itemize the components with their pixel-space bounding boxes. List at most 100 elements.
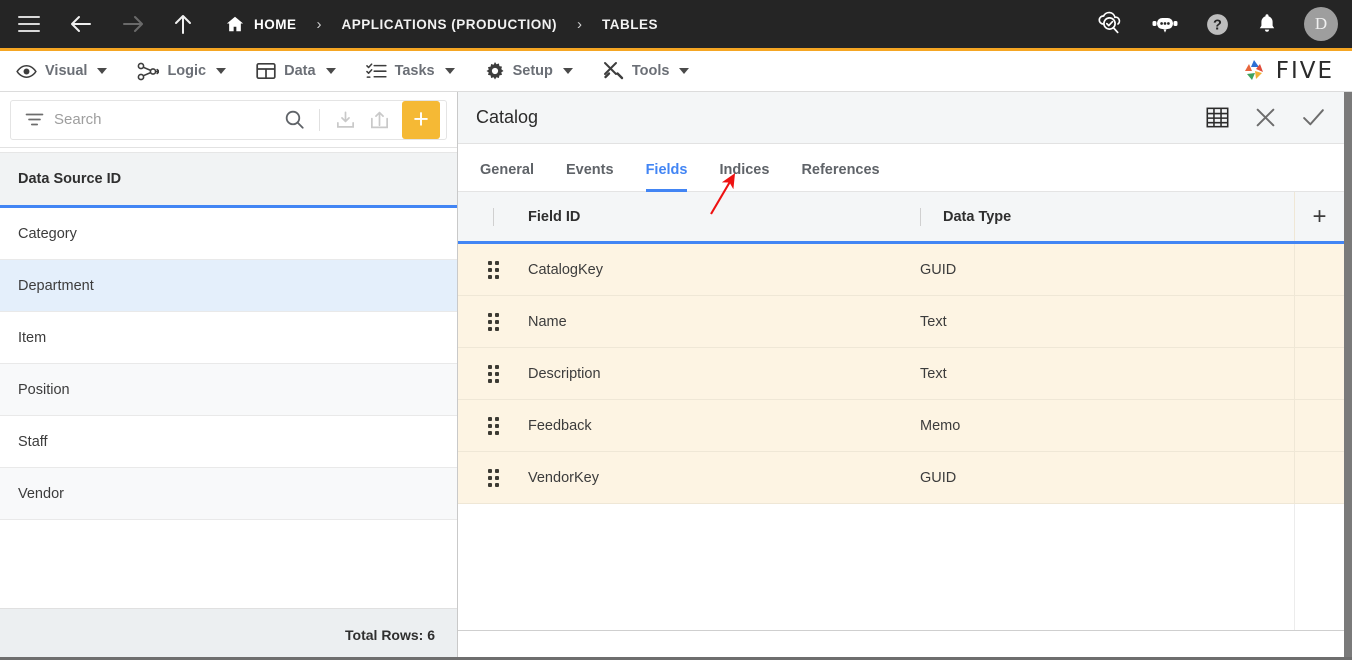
- list-item-category[interactable]: Category: [0, 208, 457, 260]
- tab-indices[interactable]: Indices: [719, 162, 769, 191]
- notifications-bell-icon[interactable]: [1256, 12, 1278, 36]
- cell-field-id[interactable]: Description: [528, 366, 920, 382]
- search-input[interactable]: [54, 111, 277, 128]
- chevron-down-icon: [444, 68, 455, 74]
- cell-data-type[interactable]: GUID: [920, 262, 1294, 278]
- cell-data-type[interactable]: Text: [920, 366, 1294, 382]
- list-item-department[interactable]: Department: [0, 260, 457, 312]
- grid-icon: [256, 62, 276, 80]
- total-rows-label: Total Rows: 6: [345, 626, 435, 643]
- data-source-list-panel: + Data Source ID Category Department Ite…: [0, 92, 458, 660]
- toolbar-divider: [319, 108, 320, 131]
- tab-events[interactable]: Events: [566, 162, 614, 191]
- breadcrumb-item-tables[interactable]: TABLES: [602, 17, 658, 32]
- column-header-data-type[interactable]: Data Type: [920, 192, 1294, 241]
- menu-label-logic: Logic: [167, 63, 207, 79]
- grid-view-icon[interactable]: [1205, 105, 1230, 130]
- cell-field-id[interactable]: VendorKey: [528, 470, 920, 486]
- list-item-item[interactable]: Item: [0, 312, 457, 364]
- vertical-scrollbar[interactable]: [1344, 92, 1352, 660]
- add-field-button[interactable]: +: [1294, 192, 1344, 241]
- application-window: HOME › APPLICATIONS (PRODUCTION) › TABLE…: [0, 0, 1352, 660]
- detail-header-actions: [1205, 105, 1326, 130]
- list-column-header[interactable]: Data Source ID: [0, 152, 457, 208]
- forward-arrow-icon[interactable]: [120, 13, 146, 35]
- chevron-down-icon: [97, 68, 108, 74]
- tab-label: Events: [566, 162, 614, 178]
- list-item-staff[interactable]: Staff: [0, 416, 457, 468]
- drag-handle-icon[interactable]: [458, 312, 528, 331]
- menu-item-logic[interactable]: Logic: [137, 51, 227, 91]
- drag-handle-icon[interactable]: [458, 364, 528, 383]
- import-icon[interactable]: [328, 103, 362, 137]
- breadcrumb-item-applications[interactable]: APPLICATIONS (PRODUCTION): [342, 17, 558, 32]
- cell-data-type[interactable]: Memo: [920, 418, 1294, 434]
- grid-empty-right: [1294, 504, 1344, 630]
- back-arrow-icon[interactable]: [68, 13, 94, 35]
- list-item-label: Item: [18, 329, 47, 346]
- table-row[interactable]: VendorKey GUID: [458, 452, 1344, 504]
- list-column-header-label: Data Source ID: [18, 171, 122, 187]
- drag-handle-icon[interactable]: [458, 416, 528, 435]
- cell-actions[interactable]: [1294, 244, 1344, 295]
- list-item-label: Department: [18, 277, 94, 294]
- cell-field-id[interactable]: Name: [528, 314, 920, 330]
- drag-handle-icon[interactable]: [458, 260, 528, 279]
- menu-item-data[interactable]: Data: [256, 51, 336, 91]
- menu-item-visual[interactable]: Visual: [16, 51, 108, 91]
- chevron-down-icon: [562, 68, 573, 74]
- five-logo: FIVE: [1239, 57, 1334, 85]
- cell-field-id[interactable]: Feedback: [528, 418, 920, 434]
- menu-item-setup[interactable]: Setup: [485, 51, 573, 91]
- chevron-down-icon: [325, 68, 336, 74]
- menu-label-visual: Visual: [45, 63, 88, 79]
- cell-actions[interactable]: [1294, 296, 1344, 347]
- robot-chat-icon[interactable]: [1151, 13, 1179, 35]
- menu-item-tools[interactable]: Tools: [603, 51, 690, 91]
- cell-field-id[interactable]: CatalogKey: [528, 262, 920, 278]
- export-icon[interactable]: [362, 103, 396, 137]
- tab-label: References: [801, 162, 880, 178]
- fields-grid-header: Field ID Data Type +: [458, 192, 1344, 244]
- cell-data-type[interactable]: Text: [920, 314, 1294, 330]
- tab-fields[interactable]: Fields: [645, 162, 688, 192]
- breadcrumb-item-home[interactable]: HOME: [226, 15, 297, 33]
- close-icon[interactable]: [1254, 106, 1277, 129]
- fields-grid: Field ID Data Type + CatalogKey GUID Nam…: [458, 192, 1344, 631]
- table-row[interactable]: Description Text: [458, 348, 1344, 400]
- search-icon[interactable]: [277, 103, 311, 137]
- list-item-label: Staff: [18, 433, 48, 450]
- chevron-down-icon: [216, 68, 227, 74]
- tab-references[interactable]: References: [801, 162, 879, 191]
- help-icon[interactable]: ?: [1205, 12, 1230, 37]
- confirm-check-icon[interactable]: [1301, 106, 1326, 129]
- drag-handle-icon[interactable]: [458, 468, 528, 487]
- cell-data-type[interactable]: GUID: [920, 470, 1294, 486]
- avatar[interactable]: D: [1304, 7, 1338, 41]
- add-data-source-button[interactable]: +: [402, 100, 440, 139]
- tab-label: Fields: [645, 162, 688, 178]
- column-header-label: Field ID: [528, 208, 581, 225]
- list-item-vendor[interactable]: Vendor: [0, 468, 457, 520]
- cloud-check-search-icon[interactable]: [1095, 11, 1125, 37]
- tab-label: General: [480, 162, 534, 178]
- search-box[interactable]: +: [10, 99, 447, 140]
- table-row[interactable]: Name Text: [458, 296, 1344, 348]
- up-arrow-icon[interactable]: [172, 12, 194, 36]
- plus-icon: +: [1312, 202, 1327, 230]
- grid-header-grip-spacer: [458, 207, 528, 226]
- cell-actions[interactable]: [1294, 400, 1344, 451]
- list-item-position[interactable]: Position: [0, 364, 457, 416]
- column-divider: [920, 207, 921, 226]
- menu-item-tasks[interactable]: Tasks: [365, 51, 455, 91]
- hamburger-menu-icon[interactable]: [18, 16, 40, 32]
- top-navigation-bar: HOME › APPLICATIONS (PRODUCTION) › TABLE…: [0, 0, 1352, 48]
- table-row[interactable]: Feedback Memo: [458, 400, 1344, 452]
- tab-general[interactable]: General: [480, 162, 534, 191]
- column-header-field-id[interactable]: Field ID: [528, 192, 920, 241]
- table-row[interactable]: CatalogKey GUID: [458, 244, 1344, 296]
- filter-icon[interactable]: [25, 112, 44, 127]
- cell-actions[interactable]: [1294, 348, 1344, 399]
- cell-actions[interactable]: [1294, 452, 1344, 503]
- gear-icon: [485, 61, 505, 81]
